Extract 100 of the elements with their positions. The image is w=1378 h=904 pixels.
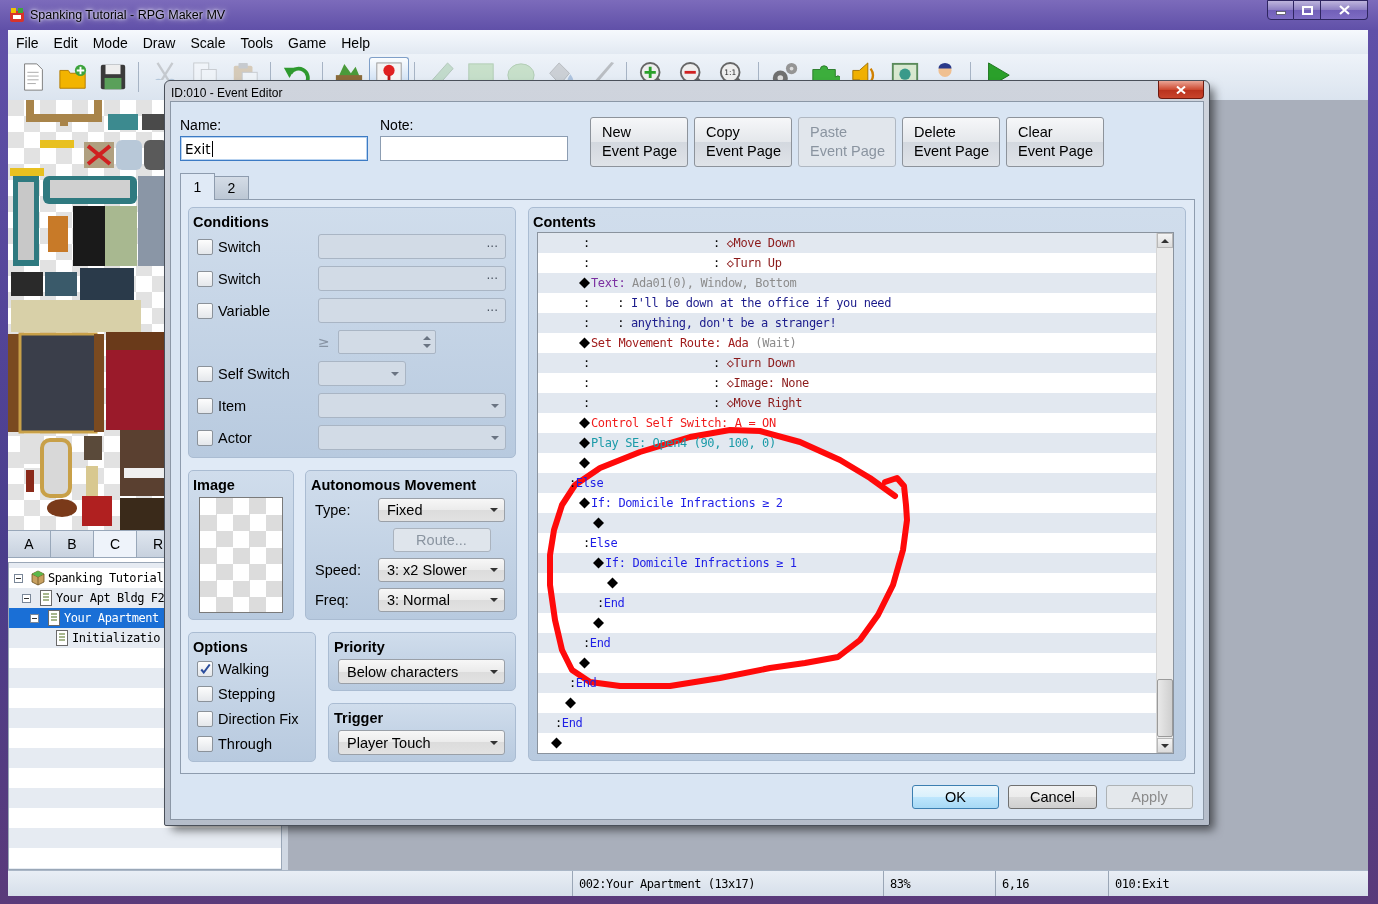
event-command[interactable]: Text: Ada01(0), Window, Bottom [591,276,797,290]
checkbox-label: Walking [218,661,270,677]
event-command[interactable]: If: Domicile Infractions ≥ 1 [605,556,797,570]
checkbox-label: Direction Fix [218,711,299,727]
menu-item[interactable]: Edit [46,33,85,53]
collapse-icon[interactable] [30,613,39,623]
menu-item[interactable]: File [9,33,46,53]
page-tab[interactable]: 2 [214,176,249,199]
event-page-button[interactable]: New Event Page [590,117,688,167]
scroll-down-button[interactable] [1157,738,1173,753]
spinner-arrows-icon [423,335,431,349]
diamond-icon [578,657,591,669]
diamond-icon [592,617,605,629]
note-field[interactable] [380,136,568,161]
checkbox-label: Item [218,397,247,414]
event-command[interactable]: : : I'll be down at the office if you need [583,296,892,310]
event-command[interactable]: : : ◇Move Right [583,396,803,410]
status-text: 6,16 [1002,876,1030,891]
page-tab[interactable]: 1 [180,173,215,200]
section-title: Contents [533,213,597,232]
dropdown[interactable]: 3: x2 Slower [378,558,505,582]
checkbox-label: Stepping [218,686,276,702]
picker-field[interactable]: ··· [318,298,506,323]
menu-item[interactable]: Game [281,33,334,53]
tileset-tab[interactable]: A [8,531,51,557]
toolbar-button[interactable]: 1:1 [713,57,753,80]
dropdown[interactable]: Below characters [338,659,505,684]
tileset-tab[interactable]: B [51,531,94,557]
collapse-icon[interactable] [14,573,23,583]
dialog-button[interactable]: Cancel [1008,785,1097,809]
checkbox[interactable] [197,429,213,446]
checkbox-label: Switch [218,270,261,287]
status-text: 010:Exit [1115,876,1170,891]
picker-field[interactable]: ··· [318,266,506,291]
cube-icon [30,570,45,586]
event-command[interactable]: If: Domicile Infractions ≥ 2 [591,496,783,510]
event-page-button[interactable]: Clear Event Page [1006,117,1104,167]
caret-down-icon [491,435,499,440]
close-button[interactable] [1321,0,1368,20]
checkbox[interactable] [197,302,213,319]
event-command[interactable]: : : ◇Image: None [583,376,809,390]
checkbox[interactable] [197,365,213,382]
minimize-icon [1275,11,1286,15]
checkbox-label: Through [218,736,272,752]
page-icon [46,610,61,626]
checkbox[interactable] [197,661,213,677]
event-command[interactable]: :Else [583,536,618,550]
dropdown[interactable]: Player Touch [338,730,505,755]
event-command[interactable]: Control Self Switch: A = ON [591,416,776,430]
diamond-icon [606,577,619,589]
tileset-tab[interactable]: C [94,531,137,557]
scrollbar-thumb[interactable] [1157,679,1173,737]
event-command[interactable]: :End [555,716,583,730]
scroll-up-button[interactable] [1157,233,1173,248]
page-icon [38,590,53,606]
event-page-button[interactable]: Delete Event Page [902,117,1000,167]
checkbox[interactable] [197,270,213,287]
event-command[interactable]: :End [597,596,625,610]
diamond-icon [564,697,577,709]
toolbar-button[interactable] [369,57,409,80]
diamond-icon [578,497,591,509]
event-command[interactable]: : : anything, don't be a stranger! [583,316,837,330]
picker-field[interactable]: ··· [318,234,506,259]
checkbox[interactable] [197,711,213,727]
diamond-icon [578,277,591,289]
checkbox[interactable] [197,397,213,414]
menu-item[interactable]: Mode [85,33,135,53]
map-tree-item[interactable]: Your Apt Bldg F2 [9,588,281,608]
checkbox-label: Variable [218,302,271,319]
menu-item[interactable]: Scale [183,33,233,53]
map-tree-item[interactable]: Spanking Tutorial [9,568,281,588]
event-command[interactable]: : : ◇Turn Up [583,256,782,270]
menu-item[interactable]: Draw [135,33,183,53]
maximize-icon [1301,5,1313,15]
dialog-button[interactable]: OK [912,785,999,809]
maximize-button[interactable] [1294,0,1321,20]
event-command[interactable]: :End [583,636,611,650]
dropdown[interactable]: 3: Normal [378,588,505,612]
minimize-button[interactable] [1267,0,1294,20]
collapse-icon[interactable] [22,593,31,603]
event-command[interactable]: : : ◇Move Down [583,236,796,250]
menu-item[interactable]: Tools [233,33,281,53]
section-title: Options [193,638,249,657]
image-preview[interactable] [199,497,283,613]
event-page-button[interactable]: Copy Event Page [694,117,792,167]
menu-item[interactable]: Help [334,33,378,53]
checkbox[interactable] [197,238,213,255]
close-icon [1176,85,1186,94]
checkbox[interactable] [197,736,213,752]
checkbox[interactable] [197,686,213,702]
event-command[interactable]: Set Movement Route: Ada (Wait) [591,336,797,350]
status-text: 002:Your Apartment (13x17) [579,876,756,891]
name-field[interactable]: Exit [180,136,368,161]
dropdown[interactable]: Fixed [378,498,505,522]
close-button[interactable] [1158,81,1204,99]
vertical-scrollbar[interactable] [1156,233,1173,753]
field-label: Note: [380,117,415,133]
event-command[interactable]: : : ◇Turn Down [583,356,796,370]
up-arrow-icon [1161,238,1169,243]
caret-down-icon [490,568,498,572]
